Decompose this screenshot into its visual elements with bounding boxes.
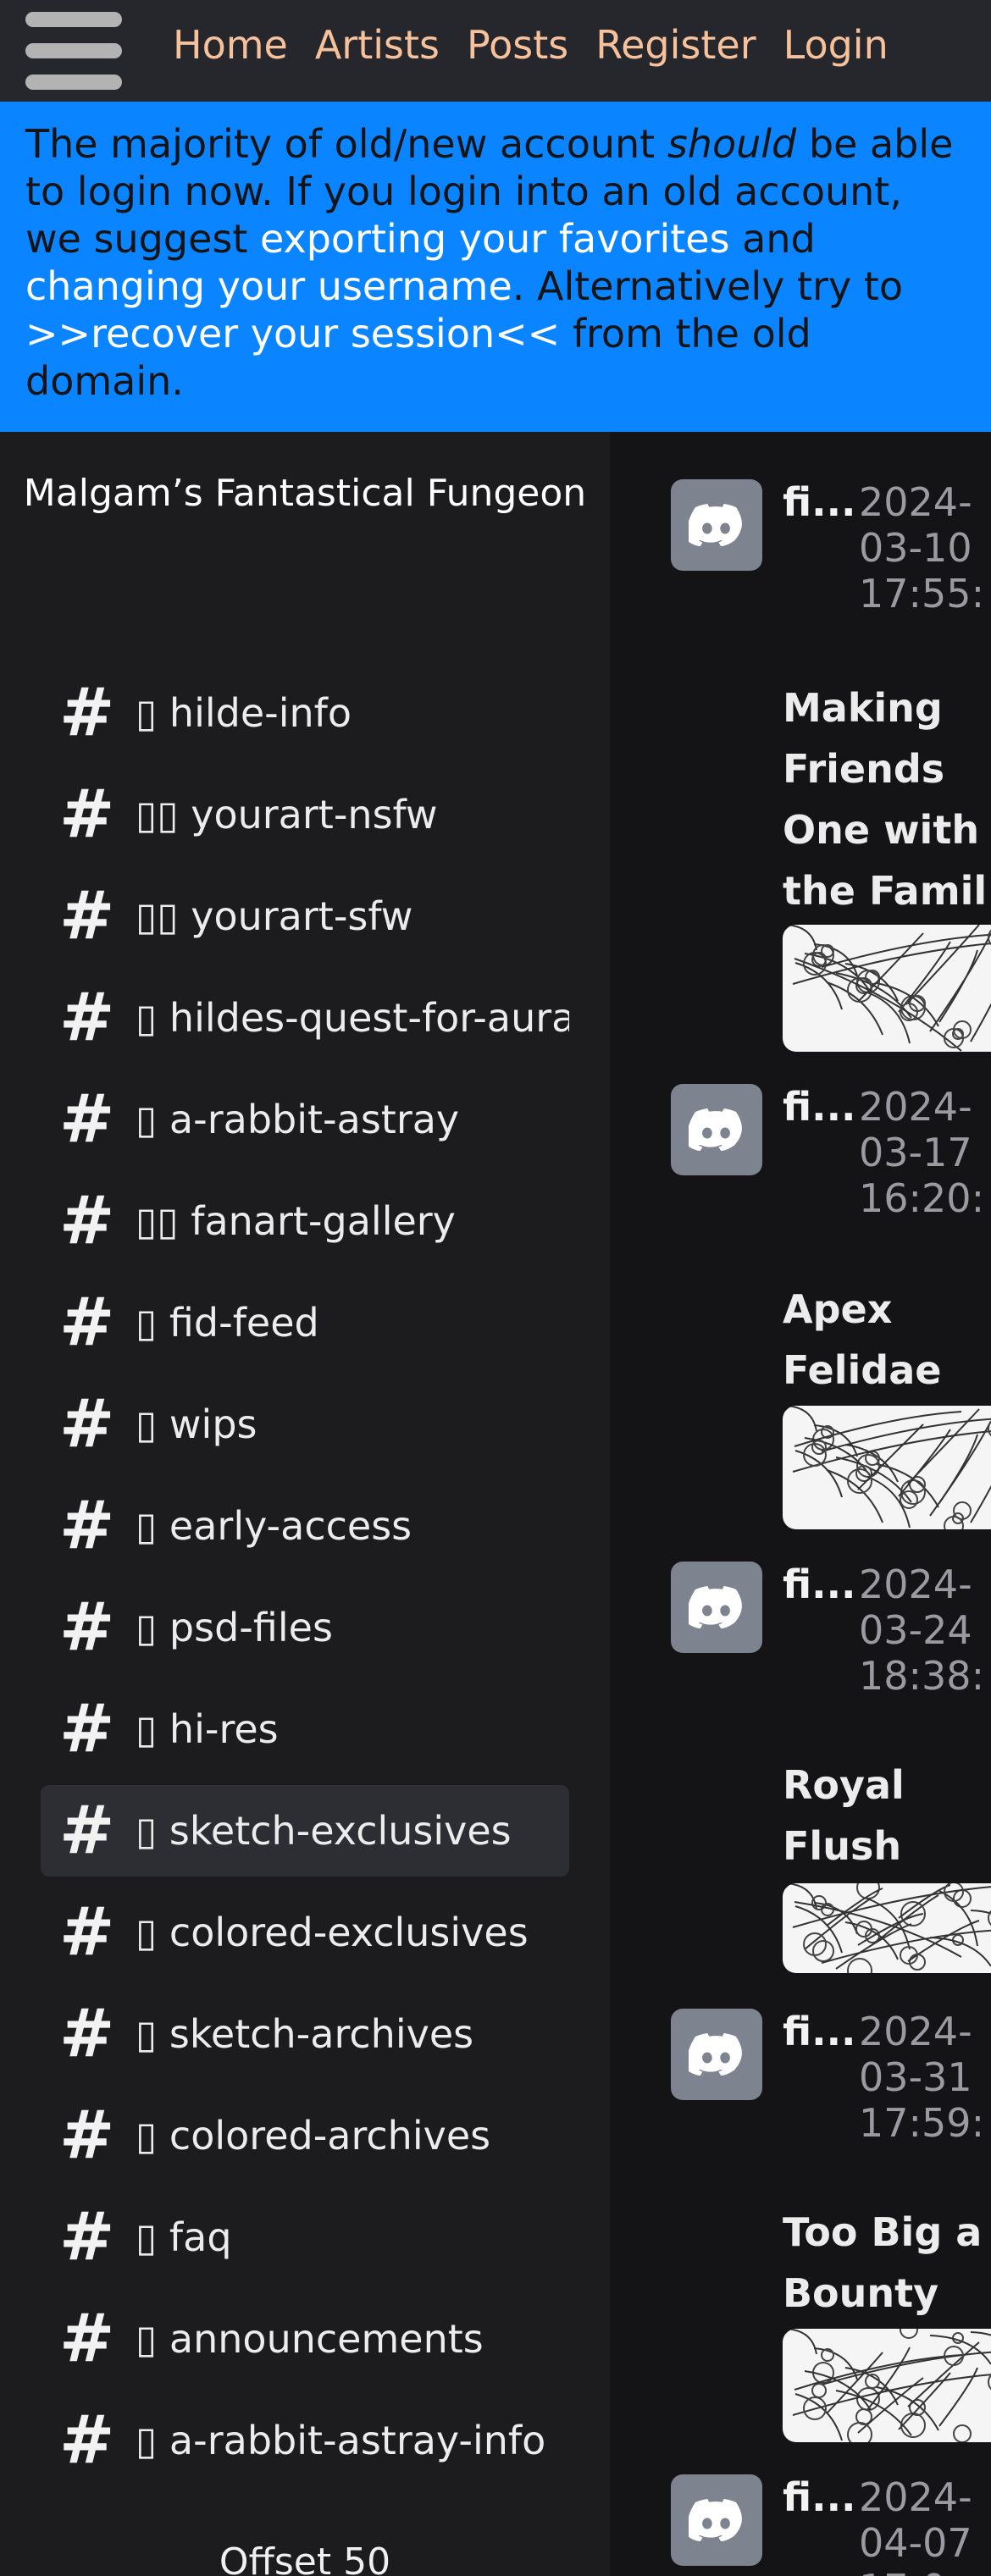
hash-icon: # xyxy=(59,2098,115,2174)
hash-icon: # xyxy=(59,1793,115,1869)
channel-item[interactable]: # ▯ colored-exclusives xyxy=(41,1887,569,1978)
post-date: 2024- 03-31 17:59: xyxy=(859,2009,985,2146)
channel-item[interactable]: # ▯ hildes-quest-for-aura xyxy=(41,972,569,1064)
hash-icon: # xyxy=(59,777,115,853)
channel-label: ▯ early-access xyxy=(136,1503,412,1549)
channel-label: ▯ colored-archives xyxy=(136,2113,491,2159)
channel-label: ▯ wips xyxy=(136,1401,257,1447)
channel-label: ▯ announcements xyxy=(136,2316,484,2362)
recover-session-link[interactable]: >>recover your session<< xyxy=(25,311,560,357)
channel-item[interactable]: # ▯ fid-feed xyxy=(41,1277,569,1368)
hash-icon: # xyxy=(59,1894,115,1971)
channel-label: ▯ hilde-info xyxy=(136,690,352,736)
channel-label: ▯ colored-exclusives xyxy=(136,1910,529,1955)
top-nav: Home Artists Posts Register Login xyxy=(0,0,991,102)
channel-label: ▯ faq xyxy=(136,2214,232,2260)
nav-link-register[interactable]: Register xyxy=(595,22,756,68)
hash-icon: # xyxy=(59,1183,115,1259)
channel-label: ▯ hildes-quest-for-aura xyxy=(136,995,569,1041)
post-date: 2024- 03-24 18:38: xyxy=(859,1562,985,1699)
nav-link-home[interactable]: Home xyxy=(173,22,288,68)
channel-label: ▯ a-rabbit-astray-info xyxy=(136,2418,546,2463)
channel-item[interactable]: # ▯ early-access xyxy=(41,1480,569,1572)
nav-link-posts[interactable]: Posts xyxy=(467,22,568,68)
hash-icon: # xyxy=(59,878,115,954)
channel-label: ▯ a-rabbit-astray xyxy=(136,1097,460,1142)
channel-label: ▯ hi-res xyxy=(136,1706,279,1752)
channel-label: ▯ sketch-archives xyxy=(136,2011,474,2057)
hash-icon: # xyxy=(59,980,115,1056)
hamburger-menu-icon[interactable] xyxy=(25,12,122,90)
discord-icon xyxy=(671,2009,762,2100)
discord-icon xyxy=(671,479,762,571)
post-author[interactable]: fi... xyxy=(783,2009,856,2054)
channel-item[interactable]: # ▯ hi-res xyxy=(41,1683,569,1775)
post-feed: fi... 2024- 03-10 17:55: Making Friends On… xyxy=(610,432,991,2576)
discord-icon xyxy=(671,1562,762,1653)
post-thumbnail[interactable] xyxy=(783,1883,991,1973)
nav-link-login[interactable]: Login xyxy=(783,22,889,68)
hash-icon: # xyxy=(59,2402,115,2479)
notice-text: . Alternatively try to xyxy=(512,263,903,309)
nav-links: Home Artists Posts Register Login xyxy=(173,22,916,68)
channel-item[interactable]: # ▯ a-rabbit-astray-info xyxy=(41,2395,569,2486)
post-title[interactable]: Apex Felidae xyxy=(783,1279,941,1401)
channel-label: ▯▯ yourart-sfw xyxy=(136,893,413,939)
channel-item[interactable]: # ▯ hilde-info xyxy=(41,667,569,759)
post-title[interactable]: Royal Flush xyxy=(783,1755,905,1877)
hash-icon: # xyxy=(59,1691,115,1767)
channel-item[interactable]: # ▯ psd-files xyxy=(41,1582,569,1673)
hash-icon: # xyxy=(59,1996,115,2072)
post-author[interactable]: fi... xyxy=(783,479,856,525)
offset-label[interactable]: Offset 50 xyxy=(0,2540,610,2576)
channel-label: ▯▯ yourart-nsfw xyxy=(136,792,438,837)
discord-icon xyxy=(671,1084,762,1175)
post-title[interactable]: Making Friends One with the Famil xyxy=(783,677,987,921)
channel-label: ▯ sketch-exclusives xyxy=(136,1808,512,1854)
nav-link-artists[interactable]: Artists xyxy=(315,22,440,68)
channel-label: ▯ psd-files xyxy=(136,1605,333,1650)
hash-icon: # xyxy=(59,1589,115,1666)
hash-icon: # xyxy=(59,1081,115,1158)
post-title[interactable]: Too Big a Bounty xyxy=(783,2202,982,2324)
post-thumbnail[interactable] xyxy=(783,2329,991,2442)
post-date: 2024- 04-07 17:0 xyxy=(859,2474,972,2576)
hash-icon: # xyxy=(59,1488,115,1564)
channel-sidebar: Malgam’s Fantastical Fungeon # ▯ hilde-in… xyxy=(0,432,610,2576)
server-name: Malgam’s Fantastical Fungeon xyxy=(23,472,587,515)
notice-text: The majority of old/new account xyxy=(25,121,667,167)
channel-item[interactable]: # ▯ colored-archives xyxy=(41,2090,569,2181)
channel-label: ▯▯ fanart-gallery xyxy=(136,1198,456,1244)
channel-item[interactable]: # ▯ wips xyxy=(41,1379,569,1470)
post-date: 2024- 03-10 17:55: xyxy=(859,479,985,616)
channel-item[interactable]: # ▯ announcements xyxy=(41,2293,569,2385)
channel-item[interactable]: # ▯ sketch-exclusives xyxy=(41,1785,569,1877)
channel-item[interactable]: # ▯ a-rabbit-astray xyxy=(41,1074,569,1165)
channel-item[interactable]: # ▯ faq xyxy=(41,2192,569,2283)
channel-label: ▯ fid-feed xyxy=(136,1300,319,1346)
hash-icon: # xyxy=(59,2199,115,2275)
post-thumbnail[interactable] xyxy=(783,1406,991,1529)
notice-emphasis: should xyxy=(667,121,797,167)
channel-item[interactable]: # ▯▯ yourart-sfw xyxy=(41,871,569,962)
post-thumbnail[interactable] xyxy=(783,925,991,1052)
notice-text: and xyxy=(729,216,816,262)
post-date: 2024- 03-17 16:20: xyxy=(859,1084,985,1221)
change-username-link[interactable]: changing your username xyxy=(25,263,512,309)
channel-item[interactable]: # ▯ sketch-archives xyxy=(41,1988,569,2080)
notice-banner: The majority of old/new account should b… xyxy=(0,102,991,432)
hash-icon: # xyxy=(59,1285,115,1361)
channel-item[interactable]: # ▯▯ yourart-nsfw xyxy=(41,769,569,860)
post-author[interactable]: fi... xyxy=(783,1562,856,1607)
hash-icon: # xyxy=(59,675,115,751)
hash-icon: # xyxy=(59,2301,115,2377)
hash-icon: # xyxy=(59,1386,115,1462)
export-favorites-link[interactable]: exporting your favorites xyxy=(260,216,730,262)
post-author[interactable]: fi... xyxy=(783,1084,856,1130)
channel-item[interactable]: # ▯▯ fanart-gallery xyxy=(41,1175,569,1267)
discord-icon xyxy=(671,2474,762,2566)
post-author[interactable]: fi... xyxy=(783,2474,856,2520)
